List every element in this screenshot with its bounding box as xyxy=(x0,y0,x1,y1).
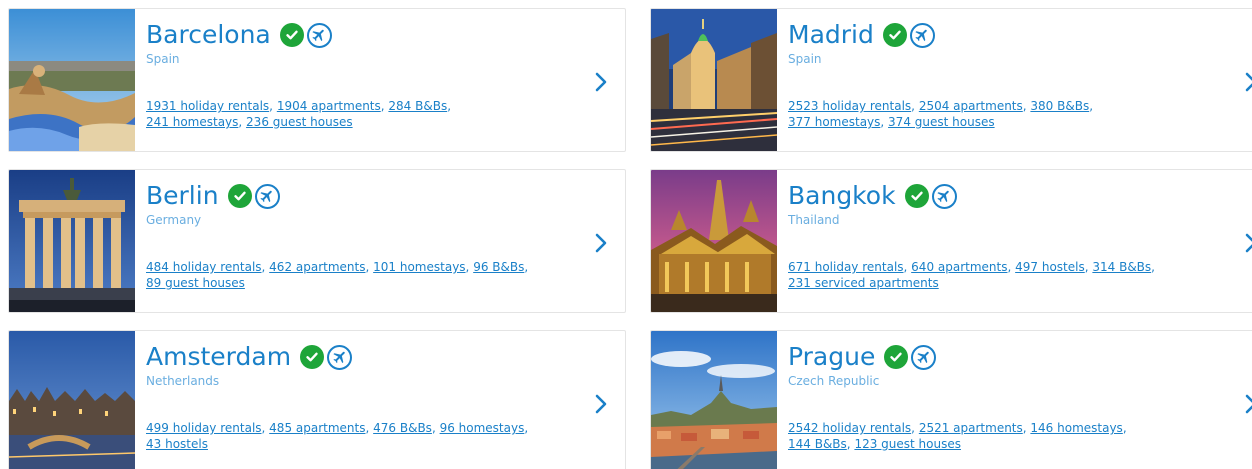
city-photo-berlin[interactable] xyxy=(9,170,135,312)
destination-card-barcelona[interactable]: Barcelona Spain 1931 holiday rentals, 19… xyxy=(8,8,626,152)
country-name: Czech Republic xyxy=(788,374,880,388)
link-homestays[interactable]: 146 homestays xyxy=(1030,421,1122,435)
title-row: Prague xyxy=(788,339,937,375)
link-hostels[interactable]: 43 hostels xyxy=(146,437,208,451)
airplane-circle-icon xyxy=(911,344,937,370)
checkmark-circle-icon xyxy=(279,23,304,47)
destination-card-berlin[interactable]: Berlin Germany 484 holiday rentals, 462 … xyxy=(8,169,626,313)
city-photo-barcelona[interactable] xyxy=(9,9,135,151)
airplane-circle-icon xyxy=(931,183,957,209)
link-guest-houses[interactable]: 374 guest houses xyxy=(888,115,995,129)
link-serviced-apartments[interactable]: 231 serviced apartments xyxy=(788,276,939,290)
link-bnbs[interactable]: 380 B&Bs xyxy=(1030,99,1089,113)
destination-card-bangkok[interactable]: Bangkok Thailand 671 holiday rentals, 64… xyxy=(650,169,1252,313)
airplane-circle-icon xyxy=(909,22,935,48)
link-bnbs[interactable]: 96 B&Bs xyxy=(473,260,524,274)
link-holiday-rentals[interactable]: 499 holiday rentals xyxy=(146,421,262,435)
city-photo-bangkok[interactable] xyxy=(651,170,777,312)
city-name[interactable]: Amsterdam xyxy=(146,342,291,372)
title-row: Berlin xyxy=(146,178,280,214)
checkmark-circle-icon xyxy=(884,345,909,369)
link-apartments[interactable]: 1904 apartments xyxy=(277,99,381,113)
link-guest-houses[interactable]: 123 guest houses xyxy=(854,437,961,451)
country-name: Spain xyxy=(146,52,180,66)
card-info: Amsterdam Netherlands 499 holiday rental… xyxy=(146,331,575,469)
chevron-right-icon[interactable] xyxy=(593,232,609,254)
destination-card-amsterdam[interactable]: Amsterdam Netherlands 499 holiday rental… xyxy=(8,330,626,469)
link-homestays[interactable]: 101 homestays xyxy=(373,260,465,274)
link-holiday-rentals[interactable]: 2542 holiday rentals xyxy=(788,421,911,435)
link-apartments[interactable]: 2504 apartments xyxy=(919,99,1023,113)
title-row: Madrid xyxy=(788,17,935,53)
destination-card-prague[interactable]: Prague Czech Republic 2542 holiday renta… xyxy=(650,330,1252,469)
link-bnbs[interactable]: 476 B&Bs xyxy=(373,421,432,435)
checkmark-circle-icon xyxy=(904,184,929,208)
country-name: Netherlands xyxy=(146,374,220,388)
link-bnbs[interactable]: 284 B&Bs xyxy=(388,99,447,113)
city-photo-amsterdam[interactable] xyxy=(9,331,135,469)
card-info: Bangkok Thailand 671 holiday rentals, 64… xyxy=(788,170,1209,312)
destination-grid: Barcelona Spain 1931 holiday rentals, 19… xyxy=(0,0,1252,469)
chevron-right-icon[interactable] xyxy=(1243,393,1252,415)
country-name: Germany xyxy=(146,213,202,227)
checkmark-circle-icon xyxy=(300,345,325,369)
link-holiday-rentals[interactable]: 2523 holiday rentals xyxy=(788,99,911,113)
city-photo-madrid[interactable] xyxy=(651,9,777,151)
accommodation-links: 671 holiday rentals, 640 apartments, 497… xyxy=(788,260,1155,290)
city-photo-prague[interactable] xyxy=(651,331,777,469)
link-guest-houses[interactable]: 236 guest houses xyxy=(246,115,353,129)
airplane-circle-icon xyxy=(254,183,280,209)
link-apartments[interactable]: 640 apartments xyxy=(911,260,1007,274)
link-holiday-rentals[interactable]: 1931 holiday rentals xyxy=(146,99,269,113)
link-apartments[interactable]: 485 apartments xyxy=(269,421,365,435)
card-info: Prague Czech Republic 2542 holiday renta… xyxy=(788,331,1209,469)
city-name[interactable]: Madrid xyxy=(788,20,874,50)
link-apartments[interactable]: 462 apartments xyxy=(269,260,365,274)
title-row: Bangkok xyxy=(788,178,957,214)
link-holiday-rentals[interactable]: 484 holiday rentals xyxy=(146,260,262,274)
city-name[interactable]: Prague xyxy=(788,342,875,372)
link-apartments[interactable]: 2521 apartments xyxy=(919,421,1023,435)
accommodation-links: 484 holiday rentals, 462 apartments, 101… xyxy=(146,260,529,290)
country-name: Spain xyxy=(788,52,822,66)
link-bnbs[interactable]: 314 B&Bs xyxy=(1092,260,1151,274)
link-homestays[interactable]: 96 homestays xyxy=(440,421,525,435)
chevron-right-icon[interactable] xyxy=(593,71,609,93)
chevron-right-icon[interactable] xyxy=(593,393,609,415)
link-guest-houses[interactable]: 89 guest houses xyxy=(146,276,245,290)
title-row: Amsterdam xyxy=(146,339,353,375)
card-info: Barcelona Spain 1931 holiday rentals, 19… xyxy=(146,9,575,151)
airplane-circle-icon xyxy=(327,344,353,370)
city-name[interactable]: Barcelona xyxy=(146,20,271,50)
city-name[interactable]: Bangkok xyxy=(788,181,896,211)
airplane-circle-icon xyxy=(306,22,332,48)
chevron-right-icon[interactable] xyxy=(1243,71,1252,93)
card-info: Berlin Germany 484 holiday rentals, 462 … xyxy=(146,170,575,312)
accommodation-links: 2542 holiday rentals, 2521 apartments, 1… xyxy=(788,421,1127,451)
link-holiday-rentals[interactable]: 671 holiday rentals xyxy=(788,260,904,274)
accommodation-links: 2523 holiday rentals, 2504 apartments, 3… xyxy=(788,99,1094,129)
destination-card-madrid[interactable]: Madrid Spain 2523 holiday rentals, 2504 … xyxy=(650,8,1252,152)
link-homestays[interactable]: 241 homestays xyxy=(146,115,238,129)
title-row: Barcelona xyxy=(146,17,332,53)
checkmark-circle-icon xyxy=(227,184,252,208)
city-name[interactable]: Berlin xyxy=(146,181,219,211)
chevron-right-icon[interactable] xyxy=(1243,232,1252,254)
link-homestays[interactable]: 377 homestays xyxy=(788,115,880,129)
accommodation-links: 499 holiday rentals, 485 apartments, 476… xyxy=(146,421,529,451)
country-name: Thailand xyxy=(788,213,840,227)
accommodation-links: 1931 holiday rentals, 1904 apartments, 2… xyxy=(146,99,452,129)
link-hostels[interactable]: 497 hostels xyxy=(1015,260,1085,274)
checkmark-circle-icon xyxy=(882,23,907,47)
link-bnbs[interactable]: 144 B&Bs xyxy=(788,437,847,451)
card-info: Madrid Spain 2523 holiday rentals, 2504 … xyxy=(788,9,1209,151)
